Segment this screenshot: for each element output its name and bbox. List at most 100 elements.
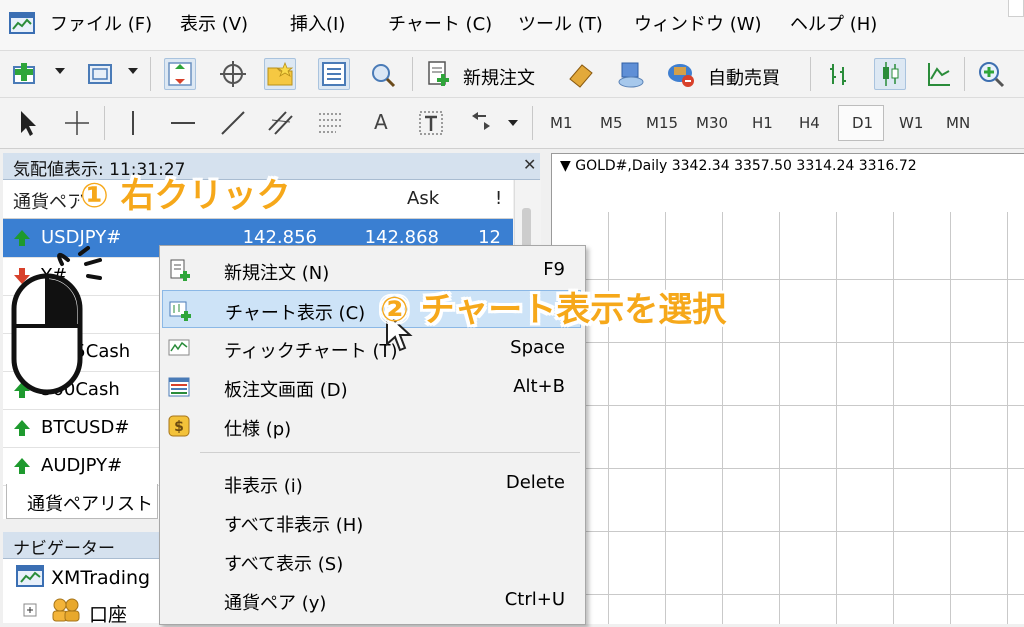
context-menu-item-label: 非表示 (i) [224, 476, 303, 497]
context-menu-item-label: すべて表示 (S) [224, 554, 344, 575]
menu-view[interactable]: 表示 (V) [180, 10, 248, 36]
price-direction-up-icon [14, 458, 30, 474]
specification-icon: $ [168, 415, 190, 437]
context-menu-item[interactable]: すべて非表示 (H) [162, 503, 581, 541]
timeframe-h4[interactable]: H4 [799, 114, 820, 132]
chart-header-triangle-icon[interactable]: ▼ [560, 158, 575, 174]
context-menu-item-label: 板注文画面 (D) [224, 380, 348, 401]
toolbar-separator [964, 57, 965, 91]
zoom-in-icon[interactable] [976, 59, 1006, 89]
dropdown-arrow-icon[interactable] [128, 68, 138, 74]
context-menu-item-label: 新規注文 (N) [224, 263, 330, 284]
bar-chart-icon[interactable] [824, 59, 854, 89]
context-menu-item-label: ティックチャート (T) [224, 341, 398, 362]
menu-chart[interactable]: チャート (C) [388, 10, 492, 36]
context-menu-item-label: 仕様 (p) [224, 419, 292, 440]
menu-insert[interactable]: 挿入(I) [290, 10, 345, 36]
chart-symbol-header: ▼ GOLD#,Daily 3342.34 3357.50 3314.24 33… [560, 158, 917, 174]
chart-window-icon [169, 301, 191, 321]
context-menu-item[interactable]: 板注文画面 (D) Alt+B [162, 368, 581, 406]
context-menu-shortcut: Alt+B [513, 376, 565, 397]
context-menu-item-label: 通貨ペア (y) [224, 593, 327, 614]
menu-window[interactable]: ウィンドウ (W) [634, 10, 762, 36]
symbol-name: AUDJPY# [41, 455, 123, 476]
crosshair-tool-icon[interactable] [62, 108, 92, 138]
fibonacci-icon[interactable] [316, 108, 346, 138]
context-menu-item[interactable]: $ 仕様 (p) [162, 407, 581, 445]
context-menu-shortcut: F9 [543, 259, 565, 280]
terminal-icon [16, 565, 44, 587]
menu-file[interactable]: ファイル (F) [50, 10, 152, 36]
crosshair-icon[interactable] [218, 59, 248, 89]
auto-trading-icon[interactable] [666, 59, 696, 89]
timeframe-m1[interactable]: M1 [550, 114, 573, 132]
window-restore-button[interactable] [1008, 0, 1024, 17]
close-icon[interactable]: ✕ [523, 155, 536, 174]
new-order-label[interactable]: 新規注文 [463, 64, 535, 90]
tab-symbols[interactable]: 通貨ペアリスト [6, 484, 158, 519]
favorites-folder-icon[interactable] [264, 58, 296, 90]
column-ask[interactable]: Ask [407, 188, 439, 209]
context-menu-item-label: チャート表示 (C) [225, 303, 366, 324]
auto-trading-label[interactable]: 自動売買 [708, 64, 780, 90]
accounts-icon [52, 598, 80, 622]
timeframe-d1-active[interactable]: D1 [838, 105, 884, 141]
drawing-toolbar: A M1 M5 M15 M30 H1 H4 D1 W1 MN [0, 98, 1024, 149]
menu-bar: ファイル (F) 表示 (V) 挿入(I) チャート (C) ツール (T) ウ… [0, 0, 1024, 51]
text-label-tool-icon[interactable] [416, 108, 446, 138]
candlestick-chart-icon[interactable] [874, 58, 906, 90]
context-menu-shortcut: Delete [505, 472, 565, 493]
context-menu-item[interactable]: 通貨ペア (y) Ctrl+U [162, 581, 581, 619]
dropdown-arrow-icon[interactable] [508, 120, 518, 126]
dropdown-arrow-icon[interactable] [55, 68, 65, 74]
toolbar-separator [104, 106, 105, 140]
signals-icon[interactable] [616, 59, 646, 89]
timeframe-w1[interactable]: W1 [899, 114, 923, 132]
toolbar-separator [150, 57, 151, 91]
column-symbol[interactable]: 通貨ペア [13, 188, 85, 214]
annotation-step2: ② チャート表示を選択 [380, 290, 727, 330]
menu-help[interactable]: ヘルプ (H) [790, 10, 877, 36]
column-spread[interactable]: ! [495, 188, 502, 209]
new-chart-icon[interactable] [10, 59, 40, 89]
standard-toolbar: 新規注文 自動売買 [0, 51, 1024, 98]
cursor-tool-icon[interactable] [12, 108, 42, 138]
text-tool-icon[interactable]: A [374, 110, 388, 134]
metaeditor-icon[interactable] [566, 59, 596, 89]
profiles-icon[interactable] [86, 59, 116, 89]
vertical-line-icon[interactable] [118, 108, 148, 138]
trendline-icon[interactable] [218, 108, 248, 138]
navigator-title: ナビゲーター [13, 539, 115, 559]
symbol-name: BTCUSD# [41, 417, 130, 438]
context-menu-item[interactable]: ティックチャート (T) Space [162, 329, 581, 367]
app-icon [9, 12, 35, 34]
menu-tools[interactable]: ツール (T) [518, 10, 603, 36]
expand-plus-icon[interactable] [23, 603, 37, 617]
toolbar-separator [810, 57, 811, 91]
equidistant-channel-icon[interactable] [266, 108, 296, 138]
market-watch-toggle-icon[interactable] [164, 58, 196, 90]
timeframe-m5[interactable]: M5 [600, 114, 623, 132]
context-menu-item[interactable]: すべて表示 (S) [162, 542, 581, 580]
strategy-tester-icon[interactable] [368, 59, 398, 89]
horizontal-line-icon[interactable] [168, 108, 198, 138]
arrows-tool-icon[interactable] [466, 108, 496, 138]
scrollbar-thumb[interactable] [522, 208, 531, 248]
context-menu-item-label: すべて非表示 (H) [224, 515, 364, 536]
context-menu-separator [200, 452, 580, 453]
navigator-toggle-icon[interactable] [318, 58, 350, 90]
toolbar-separator [532, 106, 533, 140]
new-order-icon[interactable] [424, 59, 454, 89]
toolbar-separator [412, 57, 413, 91]
depth-of-market-icon [168, 377, 190, 397]
chart-window[interactable]: ▼ GOLD#,Daily 3342.34 3357.50 3314.24 33… [551, 153, 1024, 624]
timeframe-m15[interactable]: M15 [646, 114, 678, 132]
context-menu-shortcut: Space [510, 337, 565, 358]
line-chart-icon[interactable] [924, 59, 954, 89]
navigator-root-item[interactable]: XMTrading [51, 567, 150, 589]
timeframe-d1: D1 [852, 114, 874, 132]
timeframe-mn[interactable]: MN [946, 114, 970, 132]
context-menu-item[interactable]: 非表示 (i) Delete [162, 464, 581, 502]
timeframe-m30[interactable]: M30 [696, 114, 728, 132]
timeframe-h1[interactable]: H1 [752, 114, 773, 132]
